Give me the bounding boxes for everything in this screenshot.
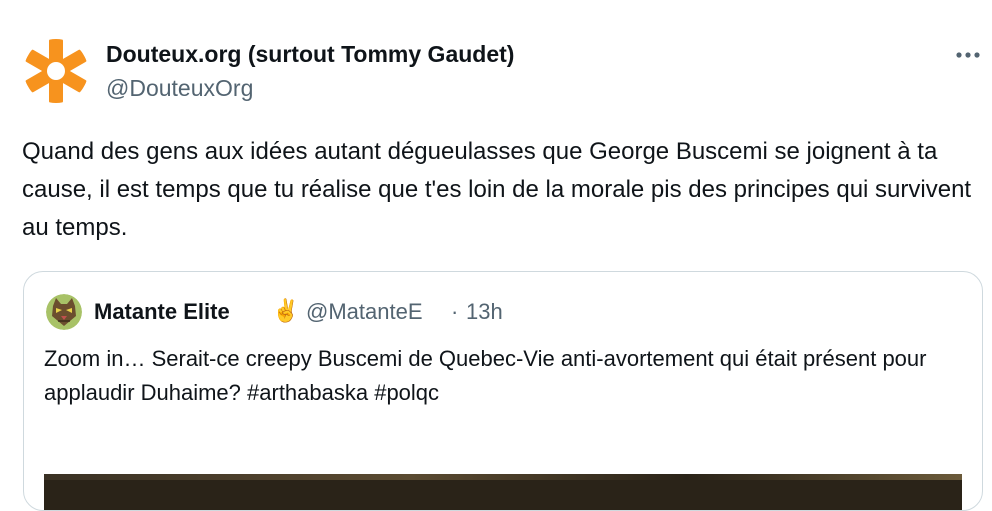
victory-hand-emoji: ✌️: [272, 298, 300, 323]
quoted-tweet-media[interactable]: [44, 474, 962, 510]
quoted-tweet-text: Zoom in… Serait-ce creepy Buscemi de Que…: [44, 346, 927, 405]
author-name[interactable]: Douteux.org (surtout Tommy Gaudet): [106, 41, 514, 68]
quoted-author-avatar[interactable]: [46, 294, 82, 330]
quoted-author-handle[interactable]: @MatanteE: [306, 299, 423, 325]
quoted-author-name[interactable]: Matante Elite: [94, 299, 230, 325]
cat-avatar-icon: [46, 294, 82, 330]
quoted-tweet-card[interactable]: Matante Elite ✌️ @MatanteE · 13h Zoom in…: [23, 271, 983, 511]
author-avatar[interactable]: [22, 37, 90, 105]
separator-dot: ·: [451, 299, 459, 324]
quoted-tweet-timestamp[interactable]: 13h: [466, 299, 503, 325]
more-horizontal-icon: [956, 52, 980, 58]
orange-asterisk-logo-icon: [22, 37, 90, 105]
more-options-button[interactable]: [952, 42, 984, 68]
previous-tweet-action-icons: [120, 0, 200, 4]
tweet-text: Quand des gens aux idées autant dégueula…: [22, 138, 972, 241]
author-handle[interactable]: @DouteuxOrg: [106, 75, 253, 102]
